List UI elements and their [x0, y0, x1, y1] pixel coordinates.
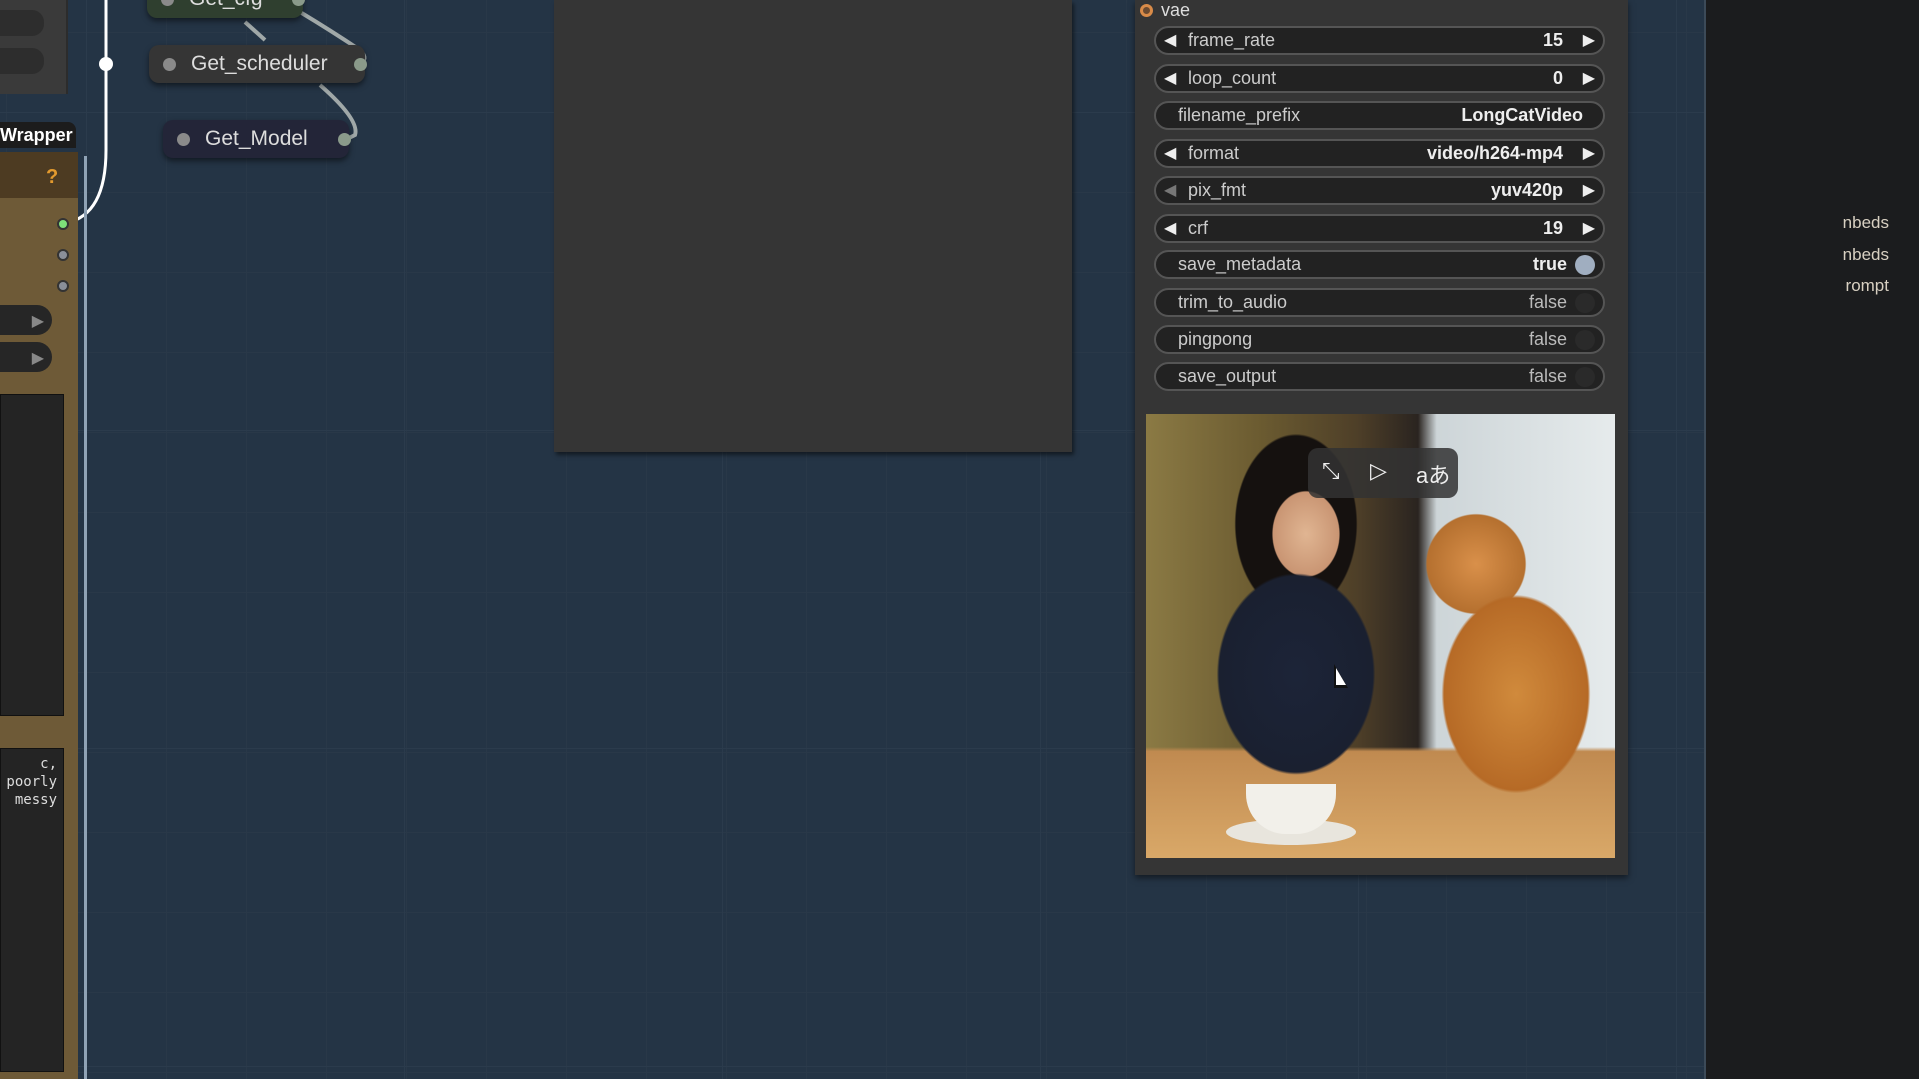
widget-trim-to-audio[interactable]: trim_to_audio false [1154, 288, 1605, 317]
widget-value: 19 [1542, 218, 1563, 238]
decrement-arrow-icon[interactable]: ◀ [1164, 178, 1176, 203]
widget-label: save_output [1178, 366, 1277, 386]
mouse-cursor-fill [1336, 668, 1346, 685]
fit-view-icon[interactable]: ⤡ [1322, 458, 1340, 484]
output-slot[interactable] [57, 280, 69, 292]
widget-label: trim_to_audio [1178, 292, 1288, 312]
mini-widget[interactable]: ▶ [0, 305, 52, 335]
wrapper-node-title: Wrapper [0, 122, 76, 148]
input-label: vae [1161, 0, 1191, 20]
widget-save-output[interactable]: save_output false [1154, 362, 1605, 391]
widget-label: save_metadata [1178, 254, 1302, 274]
widget-label: crf [1188, 218, 1208, 238]
input-slot[interactable] [161, 0, 174, 6]
toggle-knob[interactable] [1575, 293, 1595, 313]
increment-arrow-icon[interactable]: ▶ [1583, 66, 1595, 91]
decrement-arrow-icon[interactable]: ◀ [1164, 28, 1176, 53]
widget-frame-rate[interactable]: ◀ frame_rate 15 ▶ [1154, 26, 1605, 55]
right-side-panel [1704, 0, 1919, 1079]
text-area[interactable] [0, 394, 64, 716]
mini-widget[interactable]: ▶ [0, 342, 52, 372]
input-slot[interactable] [177, 133, 190, 146]
widget-value: true [1532, 254, 1567, 274]
widget-pix-fmt[interactable]: ◀ pix_fmt yuv420p ▶ [1154, 176, 1605, 205]
link-wire [243, 20, 267, 42]
widget-value: 0 [1552, 68, 1563, 88]
widget-value: false [1528, 366, 1567, 386]
widget-filename-prefix[interactable]: filename_prefix LongCatVideo [1154, 101, 1605, 130]
widget-save-metadata[interactable]: save_metadata true [1154, 250, 1605, 279]
output-label: nbeds [1842, 245, 1889, 264]
output-slot[interactable] [57, 218, 69, 230]
increment-arrow-icon[interactable]: ▶ [1583, 178, 1595, 203]
increment-arrow-icon[interactable]: ▶ [1583, 216, 1595, 241]
get-model-node[interactable]: Get_Model [163, 120, 351, 158]
output-label: rompt [1845, 276, 1889, 295]
widget-value: yuv420p [1490, 180, 1563, 200]
right-arrow-icon[interactable]: ▶ [32, 311, 44, 331]
widget-value: LongCatVideo [1461, 105, 1583, 125]
node-label: Get_cfg [189, 0, 263, 18]
widget-crf[interactable]: ◀ crf 19 ▶ [1154, 214, 1605, 243]
widget-value: 15 [1542, 30, 1563, 50]
widget-value: false [1528, 329, 1567, 349]
decrement-arrow-icon[interactable]: ◀ [1164, 141, 1176, 166]
output-slot[interactable] [57, 249, 69, 261]
preview-toolbar: ⤡ ▷ aあ [1308, 448, 1458, 498]
node-label: Get_Model [205, 127, 308, 150]
increment-arrow-icon[interactable]: ▶ [1583, 141, 1595, 166]
toggle-knob[interactable] [1575, 330, 1595, 350]
get-cfg-node[interactable]: Get_cfg [147, 0, 305, 18]
output-slot[interactable] [338, 133, 351, 146]
widget-pingpong[interactable]: pingpong false [1154, 325, 1605, 354]
prompt-text-area[interactable]: c, poorly messy [0, 748, 64, 1072]
play-video-icon[interactable]: ▷ [1370, 458, 1387, 484]
widget-label: frame_rate [1188, 30, 1276, 50]
output-label: nbeds [1842, 213, 1889, 232]
widget-label: pix_fmt [1188, 180, 1247, 200]
group-border [84, 156, 87, 1079]
toggle-knob[interactable] [1575, 255, 1595, 275]
wrapper-node-header[interactable] [0, 152, 78, 198]
right-arrow-icon[interactable]: ▶ [32, 348, 44, 368]
get-scheduler-node[interactable]: Get_scheduler [149, 45, 367, 83]
toggle-knob[interactable] [1575, 367, 1595, 387]
input-slot[interactable] [163, 58, 176, 71]
widget-loop-count[interactable]: ◀ loop_count 0 ▶ [1154, 64, 1605, 93]
widget-label: format [1188, 143, 1240, 163]
translate-icon[interactable]: aあ [1416, 458, 1450, 490]
help-icon[interactable]: ? [46, 166, 58, 189]
reroute-dot[interactable] [99, 57, 113, 71]
widget-value: false [1528, 292, 1567, 312]
decrement-arrow-icon[interactable]: ◀ [1164, 216, 1176, 241]
widget-label: filename_prefix [1178, 105, 1301, 125]
decrement-arrow-icon[interactable]: ◀ [1164, 66, 1176, 91]
widget-value: video/h264-mp4 [1426, 143, 1563, 163]
widget-label: pingpong [1178, 329, 1253, 349]
widget-label: loop_count [1188, 68, 1277, 88]
output-slot[interactable] [354, 58, 367, 71]
node-label: Get_scheduler [191, 52, 328, 75]
widget-format[interactable]: ◀ format video/h264-mp4 ▶ [1154, 139, 1605, 168]
preview-node[interactable] [554, 0, 1072, 452]
vae-input[interactable]: vae [1140, 0, 1190, 21]
input-slot-icon[interactable] [1140, 4, 1153, 17]
increment-arrow-icon[interactable]: ▶ [1583, 28, 1595, 53]
